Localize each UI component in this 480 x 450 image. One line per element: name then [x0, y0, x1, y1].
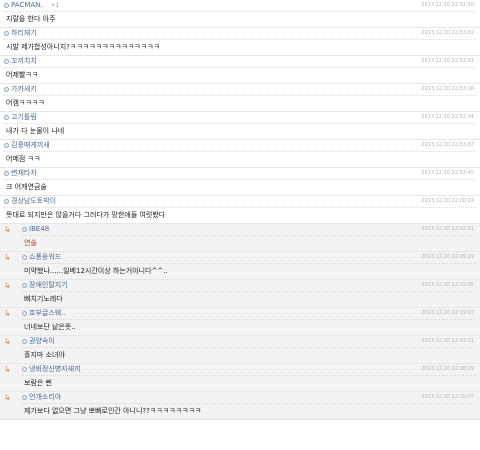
comment-text: 크 어캐연금술 [6, 183, 47, 191]
timestamp: 2013.12.20 22:10:07 [421, 394, 474, 400]
level-icon [22, 255, 27, 260]
level-icon [22, 367, 27, 372]
reply-arrow-icon: ↳ [4, 337, 11, 346]
level-icon [22, 227, 27, 232]
comment-text: 내가 다 눈물이 나네 [6, 127, 65, 135]
level-icon [4, 199, 9, 204]
comment-header: 하리재기 2013.12.20 22:53:02 [4, 28, 476, 40]
level-icon [4, 143, 9, 148]
comment-text: 뜻대로 되지만은 않을거다 그러다가 망한애들 여럿봤다 [6, 211, 166, 219]
nickname-link[interactable]: 경상남도토박이 [11, 197, 56, 205]
reply-arrow-icon: ↳ [4, 309, 11, 318]
comment-text: 미약했나......일베12시간이상 하는거아니다^^.. [24, 267, 168, 275]
comment: 하리재기 2013.12.20 22:53:02 시발 제가합성아니지?ㅋㅋㅋㅋㅋㅋ… [0, 28, 480, 56]
level-icon [22, 339, 27, 344]
comment-text: 어제빨ㅋㅋ [6, 71, 39, 79]
timestamp: 2013.12.20 22:53:02 [421, 30, 474, 36]
level-icon [4, 3, 9, 8]
nickname-link[interactable]: PACMAN. [11, 1, 43, 9]
comment-header: 가카새키 2013.12.20 22:53:16 [4, 84, 476, 96]
comment-text: 연솔 [24, 239, 37, 247]
reply-arrow-icon: ↳ [4, 365, 11, 374]
reply-comment: ↳ 쇼퐁웅워드 2013.12.20 22:09:29 미약했나......일베12시… [0, 252, 480, 280]
nickname-link[interactable]: 권양숙이 [29, 337, 55, 345]
comment-text: 시발 제가합성아니지?ㅋㅋㅋㅋㅋㅋㅋㅋㅋㅋㅋㅋㅋㅋ [6, 43, 161, 51]
timestamp: 2013.12.20 22:09:29 [421, 254, 474, 260]
timestamp: 2013.12.20 22:53:34 [421, 114, 474, 120]
comment: 변재타자 2013.12.20 22:53:45 크 어캐연금술 [0, 168, 480, 196]
reply-comment: ↳ 냉퇴정신병자새끼 2013.12.20 22:08:29 보람은 삔 [0, 364, 480, 392]
comment-header: 언개소리야 2013.12.20 22:10:07 [22, 392, 476, 404]
comment: 가카새키 2013.12.20 22:53:16 어캠ㅋㅋㅋㅋ [0, 84, 480, 112]
timestamp: 2013.12.20 22:53:01 [421, 58, 474, 64]
timestamp: 2013.12.20 22:00:24 [421, 198, 474, 204]
comment-header: PACMAN. +1 2013.12.20 22:52:50 [4, 0, 476, 12]
nickname-link[interactable]: 변재타자 [11, 169, 37, 177]
level-icon [22, 311, 27, 316]
reply-arrow-icon: ↳ [4, 393, 11, 402]
timestamp: 2013.12.20 22:08:29 [421, 366, 474, 372]
timestamp: 2013.12.20 22:53:16 [421, 86, 474, 92]
timestamp: 2013.12.20 22:52:50 [421, 2, 474, 8]
comment-text: 제가보다 없으면 그냥 뽀빠로인간 아니니??ㅋㅋㅋㅋㅋㅋㅋㅋ [24, 407, 202, 415]
nickname-link[interactable]: 냉퇴정신병자새끼 [29, 365, 81, 373]
comment: PACMAN. +1 2013.12.20 22:52:50 지랄을 한다 아주 [0, 0, 480, 28]
reply-comment: ↳ 언개소리야 2013.12.20 22:10:07 제가보다 없으면 그냥 뽀빠로… [0, 392, 480, 420]
timestamp: 2013.12.20 22:19:07 [421, 310, 474, 316]
comment-text: 어캠ㅋㅋㅋㅋ [6, 99, 45, 107]
comment-header: 고기틀림 2013.12.20 22:53:34 [4, 112, 476, 124]
comment-text: 너네보단 낱은뜻.. [24, 323, 76, 331]
level-icon [22, 283, 27, 288]
comment-header: 호부글스웨.. 2013.12.20 22:19:07 [22, 308, 476, 320]
timestamp: 2013.12.20 22:53:07 [421, 142, 474, 148]
comment-header: 쇼퐁웅워드 2013.12.20 22:09:29 [22, 252, 476, 264]
nickname-link[interactable]: 가카새키 [11, 85, 37, 93]
level-icon [4, 31, 9, 36]
nickname-link[interactable]: 꼬끼치치 [11, 57, 37, 65]
comment: 김중매게끼새 2013.12.20 22:53:07 어메점 ㅋㅋ [0, 140, 480, 168]
comment-header: 경상남도토박이 2013.12.20 22:00:24 [4, 196, 476, 208]
level-icon [4, 87, 9, 92]
timestamp: 2013.12.20 22:15:05 [421, 282, 474, 288]
comment-list: PACMAN. +1 2013.12.20 22:52:50 지랄을 한다 아주하리재… [0, 0, 480, 420]
timestamp: 2013.12.20 22:03:31 [421, 338, 474, 344]
level-icon [4, 115, 9, 120]
comment-header: 권양숙이 2013.12.20 22:03:31 [22, 336, 476, 348]
nickname-link[interactable]: 언개소리야 [29, 393, 61, 401]
comment-text: 어메점 ㅋㅋ [6, 155, 41, 163]
comment: 고기틀림 2013.12.20 22:53:34 내가 다 눈물이 나네 [0, 112, 480, 140]
nickname-link[interactable]: 김중매게끼새 [11, 141, 50, 149]
reply-comment: ↳ IBE48 2013.12.20 22:02:51 연솔 [0, 224, 480, 252]
timestamp: 2013.12.20 22:53:45 [421, 170, 474, 176]
comment-text: 보람은 삔 [24, 379, 52, 387]
comment-text: 흘지마 소녀야 [24, 351, 65, 359]
level-icon [4, 59, 9, 64]
reply-arrow-icon: ↳ [4, 253, 11, 262]
reply-comment: ↳ 장애인탈지기 2013.12.20 22:15:05 삐치기노레다 [0, 280, 480, 308]
comment-header: 김중매게끼새 2013.12.20 22:53:07 [4, 140, 476, 152]
reply-arrow-icon: ↳ [4, 225, 11, 234]
comment-header: 변재타자 2013.12.20 22:53:45 [4, 168, 476, 180]
comment-header: IBE48 2013.12.20 22:02:51 [22, 224, 476, 236]
reply-comment: ↳ 호부글스웨.. 2013.12.20 22:19:07 너네보단 낱은뜻.. [0, 308, 480, 336]
recommend-count: +1 [50, 2, 60, 9]
comment-text: 삐치기노레다 [24, 295, 63, 303]
reply-arrow-icon: ↳ [4, 281, 11, 290]
reply-comment: ↳ 권양숙이 2013.12.20 22:03:31 흘지마 소녀야 [0, 336, 480, 364]
comment: 꼬끼치치 2013.12.20 22:53:01 어제빨ㅋㅋ [0, 56, 480, 84]
comment-text: 지랄을 한다 아주 [6, 15, 56, 23]
comment: 경상남도토박이 2013.12.20 22:00:24 뜻대로 되지만은 않을거다 … [0, 196, 480, 224]
nickname-link[interactable]: 장애인탈지기 [29, 281, 68, 289]
comment-header: 꼬끼치치 2013.12.20 22:53:01 [4, 56, 476, 68]
timestamp: 2013.12.20 22:02:51 [421, 226, 474, 232]
nickname-link[interactable]: IBE48 [29, 225, 49, 233]
nickname-link[interactable]: 호부글스웨.. [29, 309, 66, 317]
nickname-link[interactable]: 쇼퐁웅워드 [29, 253, 61, 261]
comment-header: 냉퇴정신병자새끼 2013.12.20 22:08:29 [22, 364, 476, 376]
comment-header: 장애인탈지기 2013.12.20 22:15:05 [22, 280, 476, 292]
level-icon [4, 171, 9, 176]
nickname-link[interactable]: 하리재기 [11, 29, 37, 37]
level-icon [22, 395, 27, 400]
nickname-link[interactable]: 고기틀림 [11, 113, 37, 121]
